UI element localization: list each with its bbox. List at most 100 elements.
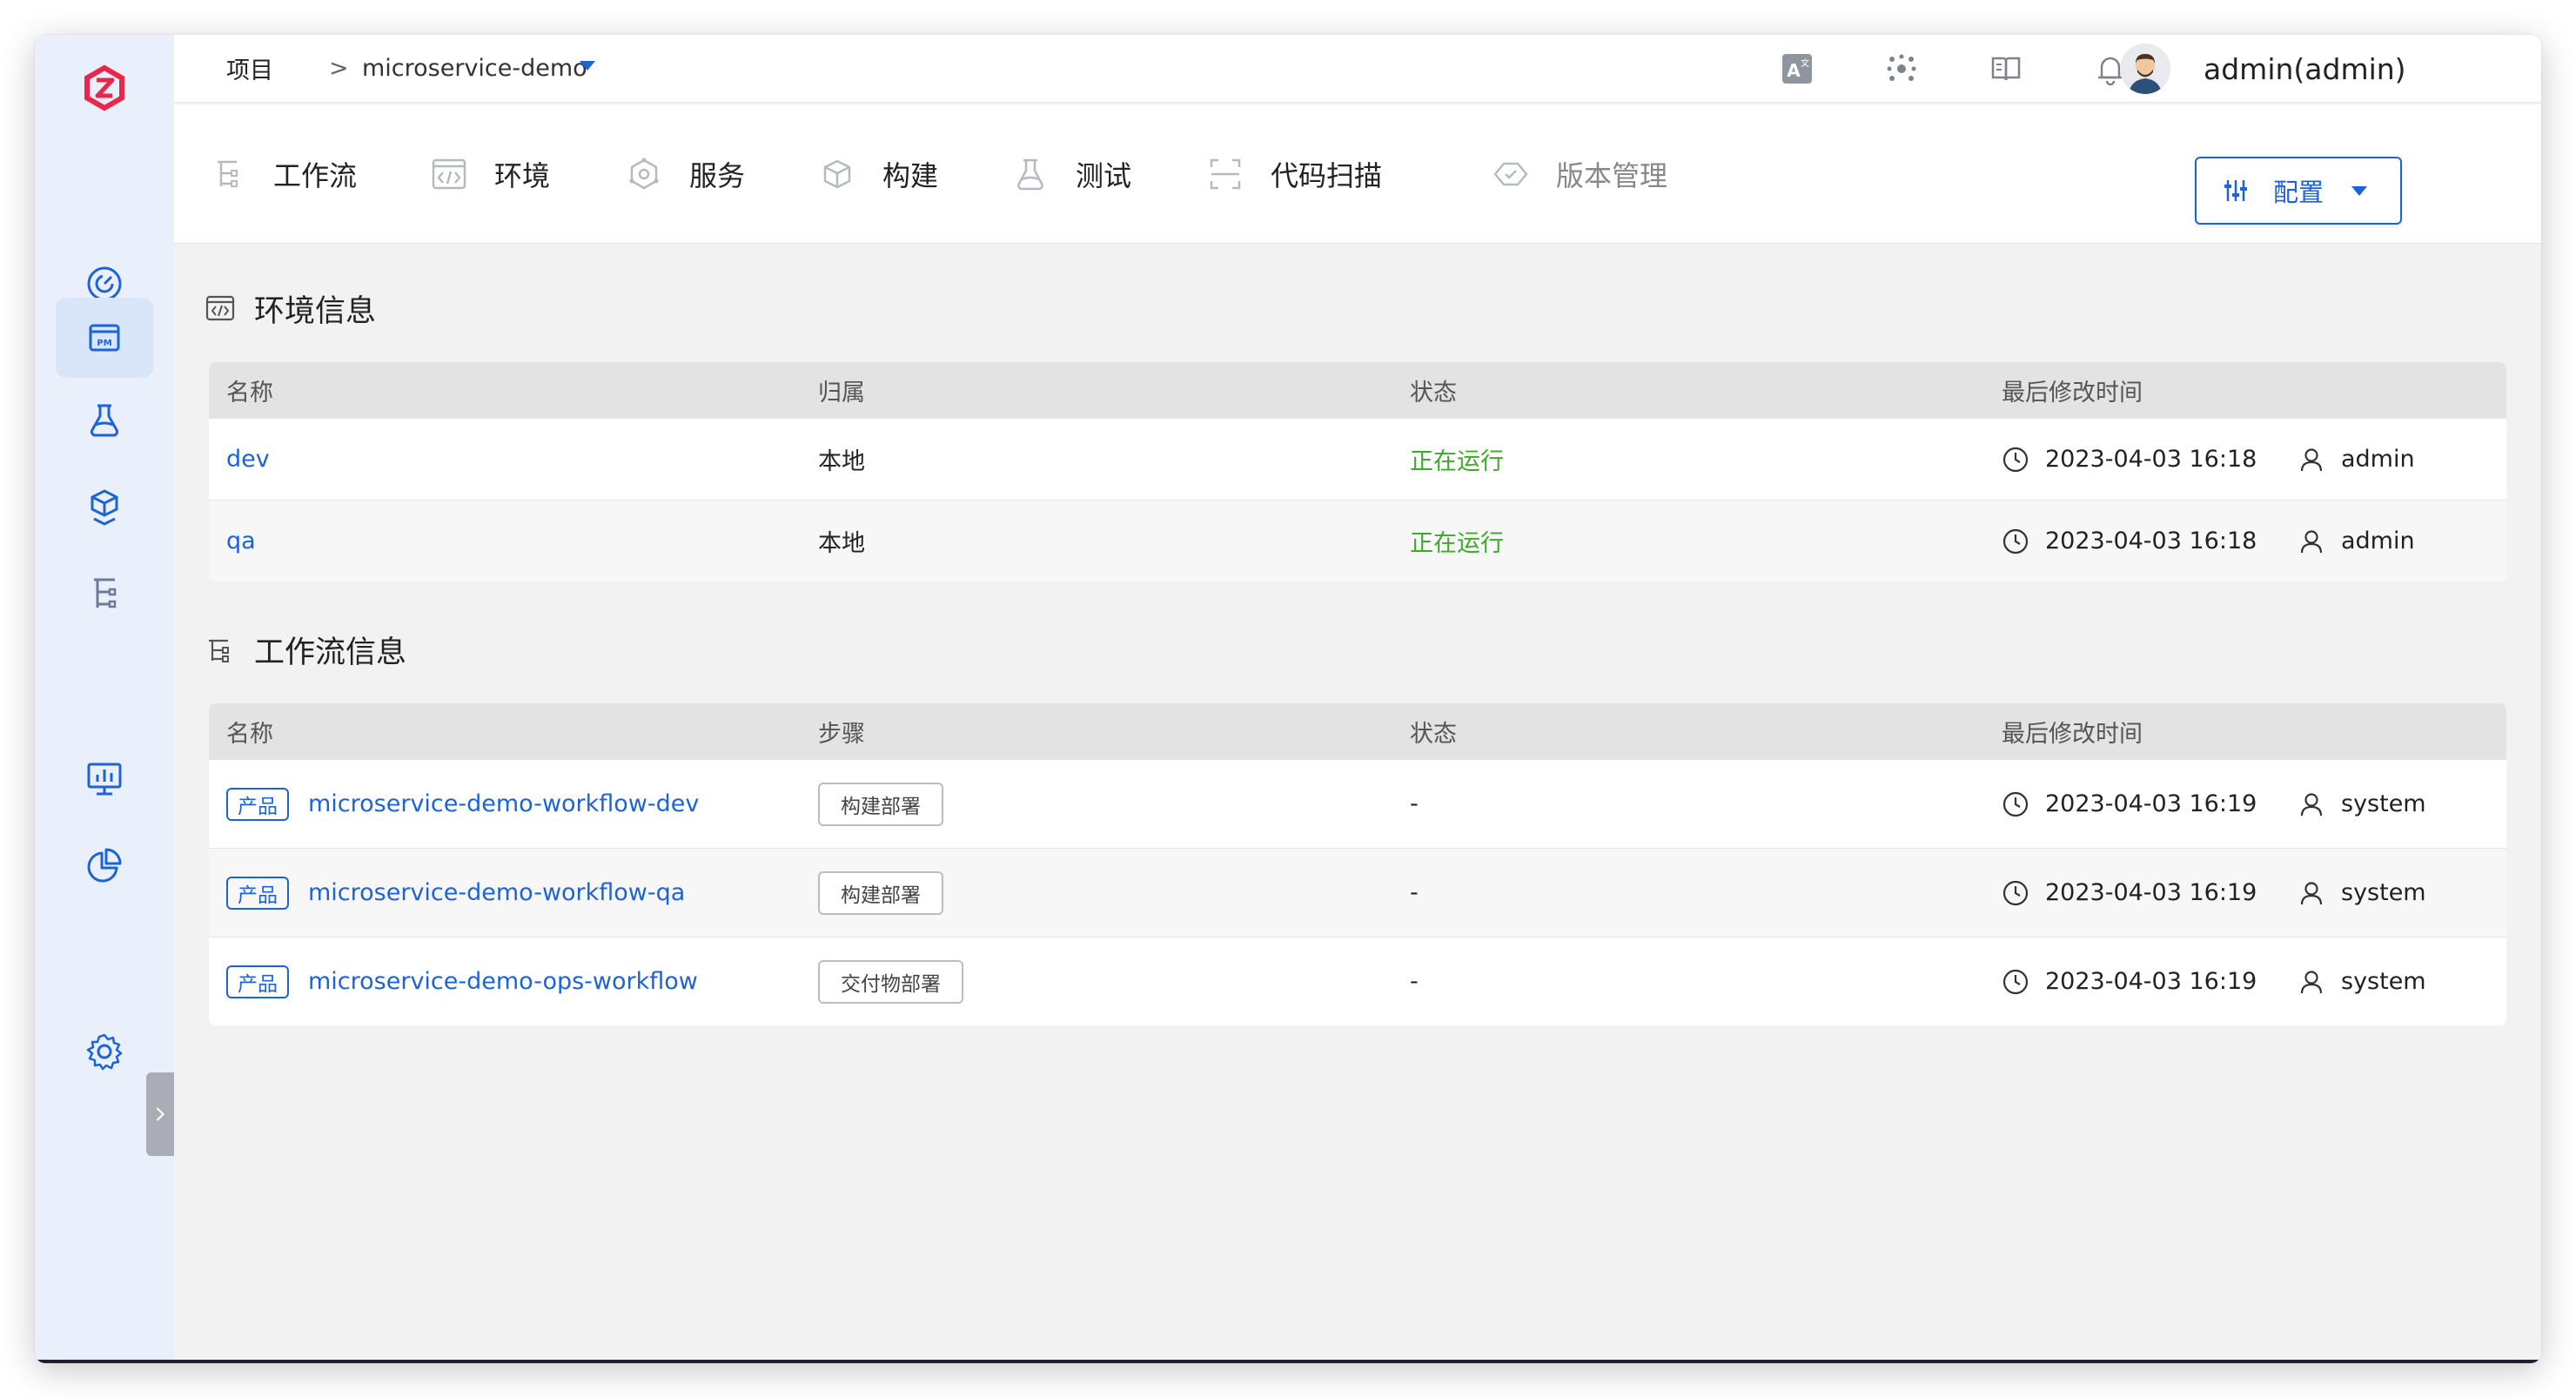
workflow-table-header: 名称 步骤 状态 最后修改时间 (209, 703, 2506, 759)
env-modified-time: 2023-04-03 16:18 (2002, 501, 2257, 581)
env-user-text: admin (2341, 446, 2415, 473)
env-modified-user: admin (2298, 501, 2415, 581)
workflow-section-title: 工作流信息 (205, 628, 406, 670)
env-col-name: 名称 (226, 379, 273, 407)
sidebar-collapse-handle[interactable] (146, 1072, 174, 1156)
env-table: 名称 归属 状态 最后修改时间 dev 本地 正在运行 2023-04-03 1… (209, 362, 2506, 581)
test-icon (1017, 158, 1043, 191)
wf-modified-user: system (2298, 938, 2426, 1025)
sidebar-item-analytics[interactable] (56, 825, 153, 905)
tab-workflow[interactable]: 工作流 (209, 151, 357, 197)
user-icon (2300, 881, 2323, 904)
table-row[interactable]: 产品 microservice-demo-workflow-dev 构建部署 -… (209, 759, 2506, 848)
tab-build[interactable]: 构建 (818, 151, 938, 197)
wf-step-cell: 构建部署 (818, 849, 943, 937)
sidebar: PM (35, 35, 174, 1363)
code-scan-icon (1210, 158, 1241, 190)
breadcrumb-root[interactable]: 项目 (226, 50, 273, 85)
build-icon (823, 159, 851, 189)
breadcrumb-separator: > (329, 54, 349, 82)
sidebar-item-workflow[interactable] (56, 554, 153, 634)
wf-col-modified: 最后修改时间 (2002, 720, 2143, 748)
workflow-table: 名称 步骤 状态 最后修改时间 产品 microservice-demo-wor… (209, 703, 2506, 1025)
workflow-name-link[interactable]: microservice-demo-ops-workflow (308, 968, 698, 995)
env-section-title-text: 环境信息 (254, 293, 377, 329)
sidebar-item-delivery[interactable] (56, 467, 153, 547)
user-icon (2300, 792, 2323, 816)
product-badge: 产品 (226, 787, 289, 821)
svg-text:PM: PM (97, 339, 111, 348)
tab-service[interactable]: 服务 (625, 151, 745, 197)
env-status: 正在运行 (1410, 530, 1504, 557)
step-tag: 构建部署 (818, 870, 943, 915)
env-user-text: admin (2341, 528, 2415, 554)
sliders-icon (2224, 180, 2247, 201)
workflow-name-link[interactable]: microservice-demo-workflow-qa (308, 879, 685, 906)
user-icon (2300, 529, 2323, 553)
version-icon (1493, 162, 1528, 186)
plugin-network-icon[interactable] (1882, 49, 1922, 89)
wf-name-cell: 产品 microservice-demo-ops-workflow (226, 938, 698, 1025)
workflow-section-title-text: 工作流信息 (254, 635, 407, 670)
tree-icon (94, 578, 117, 608)
env-name-link[interactable]: qa (226, 501, 256, 581)
project-manager-icon: PM (89, 324, 120, 352)
sidebar-item-projects[interactable]: PM (56, 298, 153, 378)
config-button-label: 配置 (2273, 178, 2324, 207)
tab-environment[interactable]: 环境 (430, 151, 550, 197)
wf-modified-time: 2023-04-03 16:19 (2002, 938, 2257, 1025)
wf-modified-time: 2023-04-03 16:19 (2002, 849, 2257, 937)
env-col-modified: 最后修改时间 (2002, 379, 2143, 407)
svg-text:文: 文 (1801, 57, 1809, 69)
user-icon (2300, 447, 2323, 471)
wf-modified-user: system (2298, 760, 2426, 848)
translate-icon[interactable]: A文 (1777, 49, 1817, 89)
clock-icon (2002, 880, 2029, 905)
wf-user-text: system (2341, 968, 2426, 995)
env-name-link[interactable]: dev (226, 419, 270, 500)
package-hand-icon (91, 489, 118, 526)
tab-workflow-label: 工作流 (273, 159, 358, 192)
tab-test[interactable]: 测试 (1011, 151, 1131, 197)
sidebar-item-settings[interactable] (56, 1012, 153, 1092)
sidebar-item-monitor[interactable] (56, 738, 153, 818)
env-table-header: 名称 归属 状态 最后修改时间 (209, 362, 2506, 418)
svg-text:A: A (1787, 60, 1801, 81)
sidebar-item-testing[interactable] (56, 380, 153, 460)
top-header: 项目 > microservice-demo A文 admin(admin) (174, 35, 2541, 103)
workflow-tree-icon (209, 639, 229, 662)
env-time-text: 2023-04-03 16:18 (2045, 446, 2257, 473)
clock-icon (2002, 791, 2029, 817)
config-dropdown-button[interactable]: 配置 (2195, 157, 2402, 225)
wf-time-text: 2023-04-03 16:19 (2045, 790, 2257, 817)
tab-code-scan-label: 代码扫描 (1271, 159, 1383, 192)
table-row[interactable]: qa 本地 正在运行 2023-04-03 16:18 admin (209, 500, 2506, 581)
wf-step-cell: 交付物部署 (818, 938, 963, 1025)
wf-time-text: 2023-04-03 16:19 (2045, 879, 2257, 906)
clock-icon (2002, 447, 2029, 472)
env-owner: 本地 (818, 530, 865, 557)
env-status: 正在运行 (1410, 448, 1504, 475)
app-logo[interactable] (79, 63, 130, 113)
app-window: PM 项目 > microservice-demo A文 admin(admin… (35, 35, 2541, 1363)
wf-name-cell: 产品 microservice-demo-workflow-qa (226, 849, 685, 937)
wf-col-name: 名称 (226, 720, 273, 748)
docs-book-icon[interactable] (1986, 49, 2026, 89)
tab-code-scan[interactable]: 代码扫描 (1206, 151, 1382, 197)
table-row[interactable]: dev 本地 正在运行 2023-04-03 16:18 admin (209, 418, 2506, 500)
tab-version[interactable]: 版本管理 (1492, 151, 1667, 197)
user-name[interactable]: admin(admin) (2204, 50, 2406, 89)
settings-gear-icon (86, 1033, 123, 1071)
wf-col-steps: 步骤 (818, 720, 865, 748)
workflow-name-link[interactable]: microservice-demo-workflow-dev (308, 790, 699, 817)
table-row[interactable]: 产品 microservice-demo-ops-workflow 交付物部署 … (209, 937, 2506, 1025)
project-dropdown-caret-icon[interactable] (580, 61, 595, 71)
wf-modified-user: system (2298, 849, 2426, 937)
breadcrumb-project-name[interactable]: microservice-demo (362, 50, 587, 85)
table-row[interactable]: 产品 microservice-demo-workflow-qa 构建部署 - … (209, 848, 2506, 937)
monitor-chart-icon (87, 763, 122, 796)
env-owner: 本地 (818, 448, 865, 475)
user-avatar[interactable] (2120, 44, 2170, 94)
wf-status: - (1410, 879, 1419, 906)
environment-icon (432, 158, 466, 190)
